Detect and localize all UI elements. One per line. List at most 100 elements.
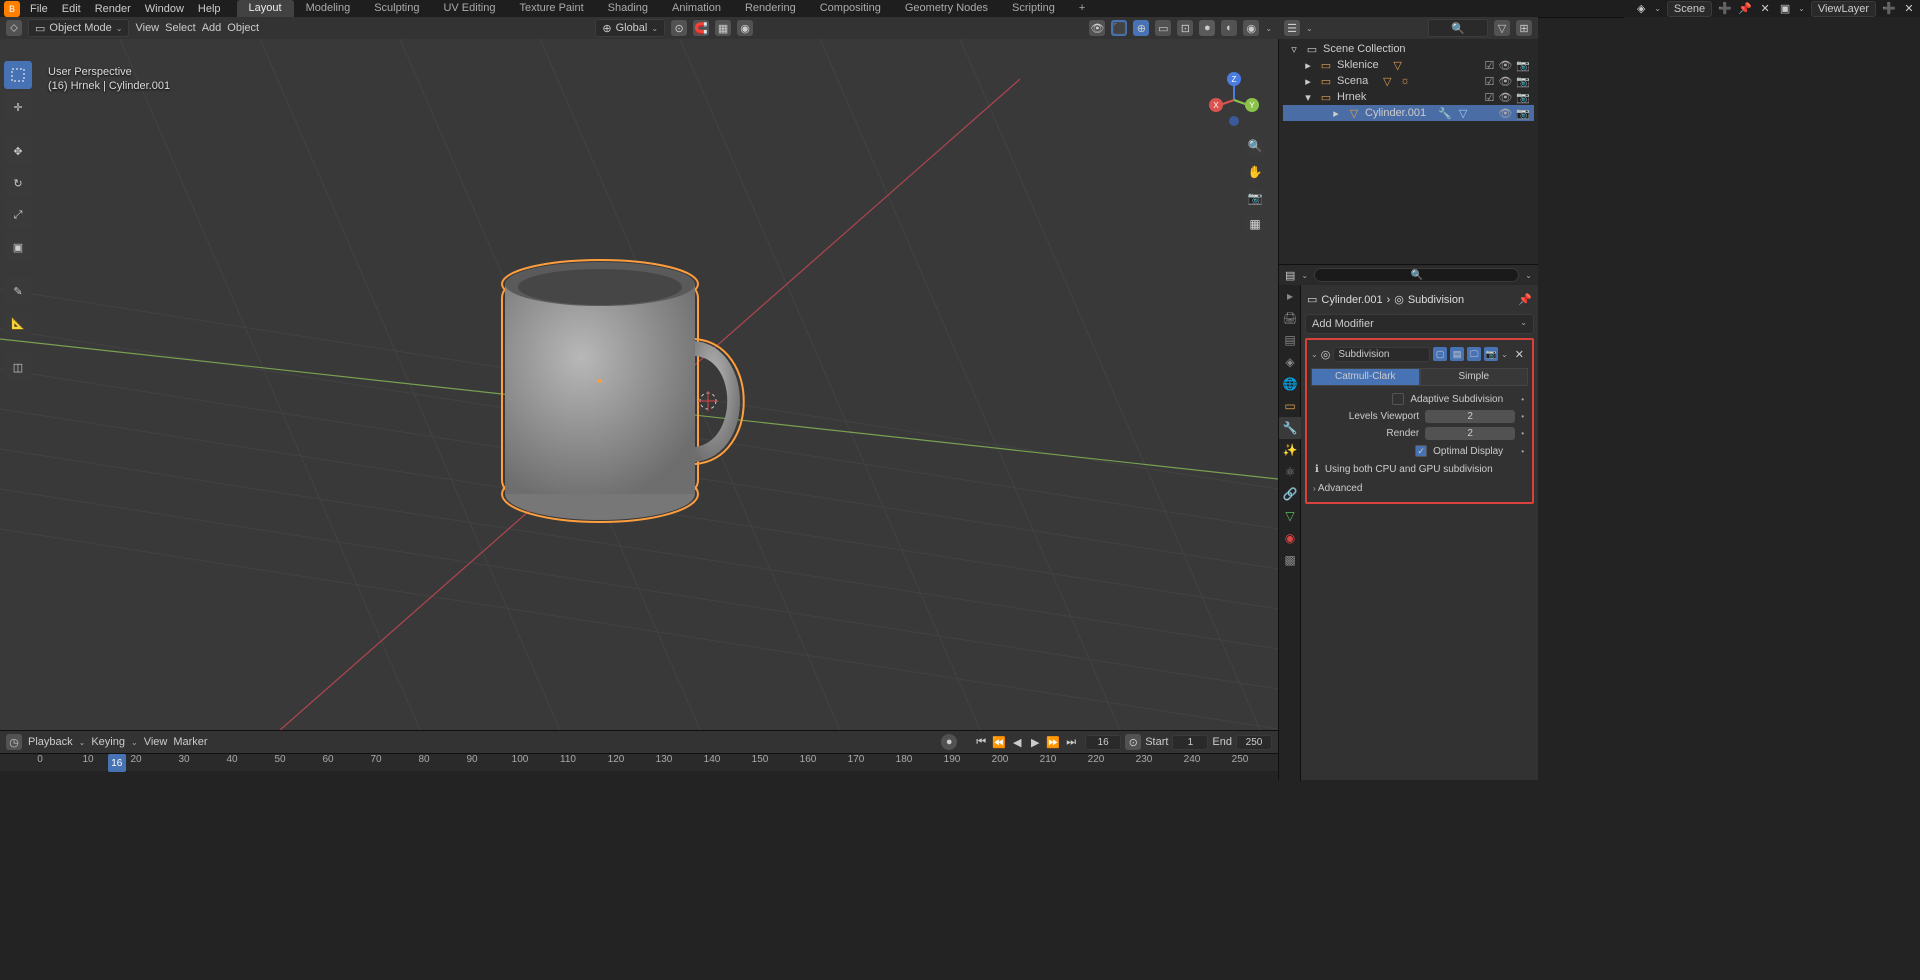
tab-texture-paint[interactable]: Texture Paint [507,0,595,17]
menu-object[interactable]: Object [227,22,259,34]
mod-on-cage-icon[interactable]: ▢ [1433,347,1447,361]
tab-add-workspace[interactable]: + [1067,0,1097,17]
props-editor-icon[interactable]: ▤ [1285,269,1295,282]
playhead[interactable]: 16 [108,754,126,772]
menu-playback[interactable]: Playback [28,736,73,748]
pivot-icon[interactable]: ⊙ [671,20,687,36]
tab-material[interactable]: ◉ [1279,527,1301,549]
outliner-scene-collection[interactable]: ▿ ▭ Scene Collection [1283,41,1534,57]
scene-pin-icon[interactable]: 📌 [1738,2,1752,16]
tool-add-cube[interactable]: ◫ [4,353,32,381]
tool-move[interactable]: ✥ [4,137,32,165]
tool-transform[interactable]: ▣ [4,233,32,261]
menu-view[interactable]: View [135,22,159,34]
mod-realtime-icon[interactable]: 🖵 [1467,347,1481,361]
timeline-ruler[interactable]: 16 0102030405060708090100110120130140150… [0,753,1278,771]
start-frame-field[interactable]: 1 [1172,735,1208,750]
disclosure-icon[interactable]: ▸ [1301,58,1315,72]
tab-object[interactable]: ▭ [1279,395,1301,417]
tool-rotate[interactable]: ↻ [4,169,32,197]
disclosure-icon[interactable]: ▾ [1301,90,1315,104]
3d-viewport[interactable]: User Perspective (16) Hrnek | Cylinder.0… [0,39,1278,730]
props-options-icon[interactable]: ⌄ [1525,271,1532,280]
mug-mesh[interactable] [502,260,744,522]
viewlayer-new-icon[interactable]: ➕ [1882,2,1896,16]
tab-rendering[interactable]: Rendering [733,0,808,17]
render-icon[interactable]: 📷 [1516,91,1530,104]
tab-viewlayer[interactable]: ▤ [1279,329,1301,351]
perspective-toggle-icon[interactable]: ▦ [1244,213,1266,235]
modifier-name-field[interactable]: Subdivision [1333,347,1430,362]
navigation-gizmo[interactable]: Z X Y [1202,65,1266,129]
disclosure-icon[interactable]: ▸ [1301,74,1315,88]
eye-icon[interactable]: 👁 [1498,91,1512,104]
tab-modeling[interactable]: Modeling [294,0,363,17]
tool-scale[interactable]: ⤢ [4,201,32,229]
outliner-filter-icon[interactable]: ▽ [1494,20,1510,36]
tool-measure[interactable]: 📐 [4,309,32,337]
end-frame-field[interactable]: 250 [1236,735,1272,750]
tab-scene[interactable]: ◈ [1279,351,1301,373]
add-modifier-button[interactable]: Add Modifier⌄ [1305,314,1534,334]
menu-file[interactable]: File [30,3,48,15]
play-icon[interactable]: ▶ [1027,734,1043,750]
viewlayer-delete-icon[interactable]: ✕ [1902,2,1916,16]
mod-extra-icon[interactable]: ⌄ [1501,350,1508,359]
snap-icon[interactable]: 🧲 [693,20,709,36]
tab-mesh-data[interactable]: ▽ [1279,505,1301,527]
checkbox-icon[interactable]: ☑ [1484,75,1494,88]
mod-render-icon[interactable]: 📷 [1484,347,1498,361]
tool-select-box[interactable] [4,61,32,89]
menu-add[interactable]: Add [202,22,222,34]
catmull-clark-tab[interactable]: Catmull-Clark [1311,368,1420,386]
tab-constraints[interactable]: 🔗 [1279,483,1301,505]
tab-uv-editing[interactable]: UV Editing [431,0,507,17]
props-search-input[interactable]: 🔍 [1314,268,1519,282]
outliner-item-cylinder001[interactable]: ▸ ▽ Cylinder.001 🔧 ▽ 👁 📷 [1283,105,1534,121]
mod-edit-mode-icon[interactable]: ▤ [1450,347,1464,361]
outliner-editor-icon[interactable]: ☰ [1284,20,1300,36]
tab-animation[interactable]: Animation [660,0,733,17]
menu-view-timeline[interactable]: View [144,736,168,748]
camera-view-icon[interactable]: 📷 [1244,187,1266,209]
snap-target-icon[interactable]: ▦ [715,20,731,36]
tab-layout[interactable]: Layout [237,0,294,17]
proportional-icon[interactable]: ◉ [737,20,753,36]
play-reverse-icon[interactable]: ◀ [1009,734,1025,750]
eye-icon[interactable]: 👁 [1498,107,1512,120]
xray-icon[interactable]: ▭ [1155,20,1171,36]
mod-close-icon[interactable]: ✕ [1511,348,1528,361]
scene-name-field[interactable]: Scene [1667,1,1712,17]
pin-icon[interactable]: 📌 [1518,293,1532,306]
expand-icon[interactable]: ⌄ [1311,350,1318,359]
optimal-checkbox[interactable]: ✓ [1415,445,1427,457]
gizmo-toggle-icon[interactable]: ⬛ [1111,20,1127,36]
shading-solid-icon[interactable]: ● [1199,20,1215,36]
pan-icon[interactable]: ✋ [1244,161,1266,183]
adaptive-checkbox[interactable] [1392,393,1404,405]
eye-icon[interactable]: 👁 [1498,75,1512,88]
render-levels-field[interactable]: 2 [1425,427,1515,440]
eye-icon[interactable]: 👁 [1498,59,1512,72]
tool-cursor[interactable]: ✛ [4,93,32,121]
timeline-editor-icon[interactable]: ◷ [6,734,22,750]
tool-annotate[interactable]: ✎ [4,277,32,305]
shading-wireframe-icon[interactable]: ⊡ [1177,20,1193,36]
tab-modifiers[interactable]: 🔧 [1279,417,1301,439]
frame-range-icon[interactable]: ⊙ [1125,734,1141,750]
menu-marker[interactable]: Marker [173,736,207,748]
tab-sculpting[interactable]: Sculpting [362,0,431,17]
render-icon[interactable]: 📷 [1516,59,1530,72]
keyframe-prev-icon[interactable]: ⏪ [991,734,1007,750]
outliner-item-hrnek[interactable]: ▾ ▭ Hrnek ☑ 👁 📷 [1283,89,1534,105]
levels-viewport-field[interactable]: 2 [1425,410,1515,423]
menu-keying[interactable]: Keying [91,736,125,748]
viewlayer-name-field[interactable]: ViewLayer [1811,1,1876,17]
disclosure-icon[interactable]: ▸ [1329,106,1343,120]
shading-matprev-icon[interactable]: ◐ [1221,20,1237,36]
jump-end-icon[interactable]: ⏭ [1063,734,1079,750]
tab-physics[interactable]: ⚛ [1279,461,1301,483]
checkbox-icon[interactable]: ☑ [1484,59,1494,72]
scene-new-icon[interactable]: ➕ [1718,2,1732,16]
shading-rendered-icon[interactable]: ◉ [1243,20,1259,36]
